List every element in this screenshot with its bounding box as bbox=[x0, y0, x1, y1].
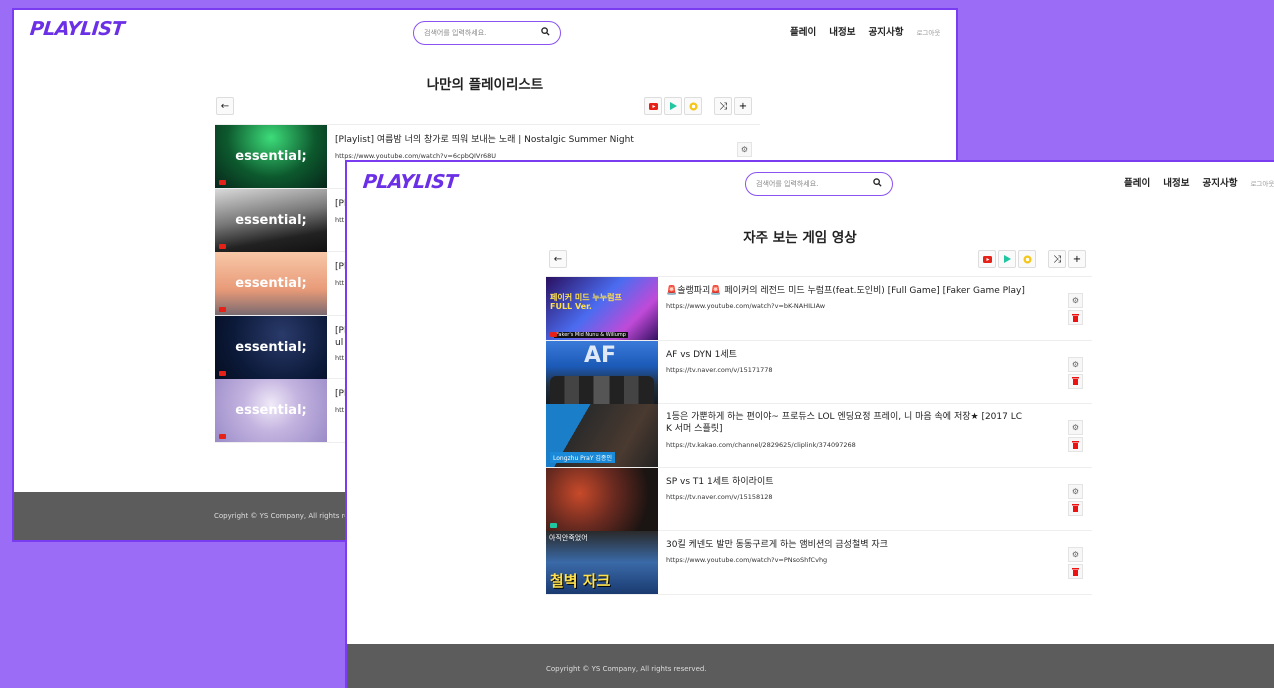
settings-icon[interactable]: ⚙ bbox=[1068, 483, 1083, 499]
video-thumbnail[interactable]: essential; bbox=[215, 125, 327, 188]
logo[interactable]: PLAYLIST bbox=[362, 171, 458, 193]
thumbnail-text: 철벽 자크 bbox=[550, 572, 611, 590]
list-item[interactable]: 페이커 미드 누누럼프 FULL Ver. Faker's Mid Nunu &… bbox=[546, 277, 1092, 341]
video-thumbnail[interactable]: essential; bbox=[215, 379, 327, 442]
video-thumbnail[interactable]: AF bbox=[546, 340, 658, 404]
video-title-line2[interactable]: ul bbox=[335, 337, 343, 349]
list-item[interactable]: Longzhu PraY 김종인 1등은 가뿐하게 하는 편이야~ 프로듀스 L… bbox=[546, 404, 1092, 468]
search-placeholder: 검색어를 입력하세요. bbox=[424, 29, 487, 37]
video-url[interactable]: https://www.youtube.com/watch?v=6cpbQIVr… bbox=[335, 152, 496, 160]
top-nav: 플레이 내정보 공지사항 로그아웃 bbox=[790, 24, 940, 38]
copyright: Copyright © YS Company, All rights reser… bbox=[546, 665, 707, 673]
delete-icon[interactable] bbox=[1068, 373, 1083, 389]
naver-play-icon[interactable] bbox=[998, 250, 1016, 268]
settings-icon[interactable]: ⚙ bbox=[737, 142, 752, 157]
naver-play-icon[interactable] bbox=[664, 97, 682, 115]
settings-icon[interactable]: ⚙ bbox=[1068, 547, 1083, 562]
video-title[interactable]: SP vs T1 1세트 하이라이트 bbox=[666, 476, 774, 488]
video-title[interactable]: AF vs DYN 1세트 bbox=[666, 349, 737, 361]
delete-icon[interactable] bbox=[1068, 437, 1083, 452]
settings-icon[interactable]: ⚙ bbox=[1068, 356, 1083, 372]
nav-logout[interactable]: 로그아웃 bbox=[916, 27, 940, 37]
video-title-line2[interactable]: K 서머 스플릿] bbox=[666, 423, 723, 435]
thumbnail-text: essential; bbox=[235, 339, 307, 355]
search-icon[interactable] bbox=[541, 27, 550, 39]
video-thumbnail[interactable] bbox=[546, 467, 658, 531]
nav-myinfo[interactable]: 내정보 bbox=[1163, 175, 1189, 189]
thumbnail-caption: Faker's Mid Nunu & Willump bbox=[554, 332, 628, 338]
thumbnail-caption: 아직안죽었어 bbox=[549, 534, 588, 542]
video-url[interactable]: https://tv.kakao.com/channel/2829625/cli… bbox=[666, 441, 856, 449]
shuffle-icon[interactable]: ⤨ bbox=[1048, 250, 1066, 268]
nav-play[interactable]: 플레이 bbox=[1124, 175, 1150, 189]
thumbnail-text: Longzhu PraY 김종인 bbox=[550, 452, 615, 463]
delete-icon[interactable] bbox=[1068, 564, 1083, 579]
nav-notice[interactable]: 공지사항 bbox=[1202, 175, 1237, 189]
settings-icon[interactable]: ⚙ bbox=[1068, 420, 1083, 435]
video-url[interactable]: htt bbox=[335, 216, 344, 224]
video-title[interactable]: [Playlist] 여름밤 너의 창가로 띄워 보내는 노래 | Nostal… bbox=[335, 134, 634, 146]
nav-play[interactable]: 플레이 bbox=[790, 24, 816, 38]
nav-myinfo[interactable]: 내정보 bbox=[829, 24, 855, 38]
back-arrow-icon[interactable]: ← bbox=[549, 250, 567, 268]
video-title[interactable]: 1등은 가뿐하게 하는 편이야~ 프로듀스 LOL 엔딩요정 프레이, 니 마음… bbox=[666, 411, 1022, 423]
list-item[interactable]: 아직안죽었어 철벽 자크 30킬 케넨도 발만 동동구르게 하는 앰비션의 금성… bbox=[546, 531, 1092, 595]
search-input[interactable]: 검색어를 입력하세요. bbox=[413, 21, 561, 45]
nav-logout[interactable]: 로그아웃 bbox=[1250, 178, 1274, 188]
thumbnail-text: essential; bbox=[235, 276, 307, 291]
logo[interactable]: PLAYLIST bbox=[29, 18, 125, 40]
settings-icon[interactable]: ⚙ bbox=[1068, 293, 1083, 308]
video-thumbnail[interactable]: essential; bbox=[215, 188, 327, 252]
video-thumbnail[interactable]: Longzhu PraY 김종인 bbox=[546, 404, 658, 467]
back-arrow-icon[interactable]: ← bbox=[216, 97, 234, 115]
video-url[interactable]: https://www.youtube.com/watch?v=bK-NAHIL… bbox=[666, 302, 825, 310]
kakao-play-icon[interactable] bbox=[1018, 250, 1036, 268]
video-url[interactable]: htt bbox=[335, 279, 344, 287]
top-nav: 플레이 내정보 공지사항 로그아웃 bbox=[1124, 175, 1274, 189]
video-thumbnail[interactable]: 아직안죽었어 철벽 자크 bbox=[546, 531, 658, 594]
video-url[interactable]: https://tv.naver.com/v/15158128 bbox=[666, 493, 773, 501]
front-window: PLAYLIST 검색어를 입력하세요. 플레이 내정보 공지사항 로그아웃 자… bbox=[345, 160, 1274, 688]
search-icon[interactable] bbox=[873, 178, 882, 190]
list-item[interactable]: SP vs T1 1세트 하이라이트 https://tv.naver.com/… bbox=[546, 467, 1092, 531]
video-url[interactable]: htt bbox=[335, 354, 344, 362]
copyright: Copyright © YS Company, All rights re bbox=[214, 512, 349, 520]
delete-icon[interactable] bbox=[1068, 310, 1083, 325]
video-thumbnail[interactable]: essential; bbox=[215, 315, 327, 379]
video-thumbnail[interactable]: essential; bbox=[215, 252, 327, 315]
video-title[interactable]: 30킬 케넨도 발만 동동구르게 하는 앰비션의 금성철벽 자크 bbox=[666, 539, 888, 551]
youtube-play-icon[interactable] bbox=[644, 97, 662, 115]
search-placeholder: 검색어를 입력하세요. bbox=[756, 180, 819, 188]
thumbnail-text: essential; bbox=[235, 149, 307, 164]
delete-icon[interactable] bbox=[1068, 500, 1083, 516]
add-icon[interactable]: + bbox=[734, 97, 752, 115]
players-shape bbox=[550, 375, 654, 404]
page-title: 자주 보는 게임 영상 bbox=[743, 230, 857, 246]
toolbar: ⤨ + bbox=[644, 97, 752, 115]
add-icon[interactable]: + bbox=[1068, 250, 1086, 268]
search-input[interactable]: 검색어를 입력하세요. bbox=[745, 172, 893, 196]
thumbnail-text: AF bbox=[584, 342, 617, 368]
thumbnail-text: 페이커 미드 누누럼프 FULL Ver. bbox=[550, 293, 622, 311]
playlist: 페이커 미드 누누럼프 FULL Ver. Faker's Mid Nunu &… bbox=[546, 276, 1092, 595]
shuffle-icon[interactable]: ⤨ bbox=[714, 97, 732, 115]
thumbnail-text: essential; bbox=[235, 403, 307, 418]
footer: Copyright © YS Company, All rights reser… bbox=[347, 644, 1274, 688]
video-url[interactable]: https://www.youtube.com/watch?v=PNsoShfC… bbox=[666, 556, 827, 564]
toolbar: ⤨ + bbox=[978, 250, 1086, 268]
thumbnail-text: essential; bbox=[235, 212, 307, 228]
video-url[interactable]: htt bbox=[335, 406, 344, 414]
video-title[interactable]: 🚨솔랭파괴🚨 페이커의 레전드 미드 누럼프(feat.도인비) [Full G… bbox=[666, 285, 1025, 297]
list-item[interactable]: AF AF vs DYN 1세트 https://tv.naver.com/v/… bbox=[546, 340, 1092, 404]
youtube-play-icon[interactable] bbox=[978, 250, 996, 268]
nav-notice[interactable]: 공지사항 bbox=[868, 24, 903, 38]
page-title: 나만의 플레이리스트 bbox=[426, 77, 544, 93]
kakao-play-icon[interactable] bbox=[684, 97, 702, 115]
video-thumbnail[interactable]: 페이커 미드 누누럼프 FULL Ver. Faker's Mid Nunu &… bbox=[546, 277, 658, 340]
video-url[interactable]: https://tv.naver.com/v/15171778 bbox=[666, 366, 773, 374]
